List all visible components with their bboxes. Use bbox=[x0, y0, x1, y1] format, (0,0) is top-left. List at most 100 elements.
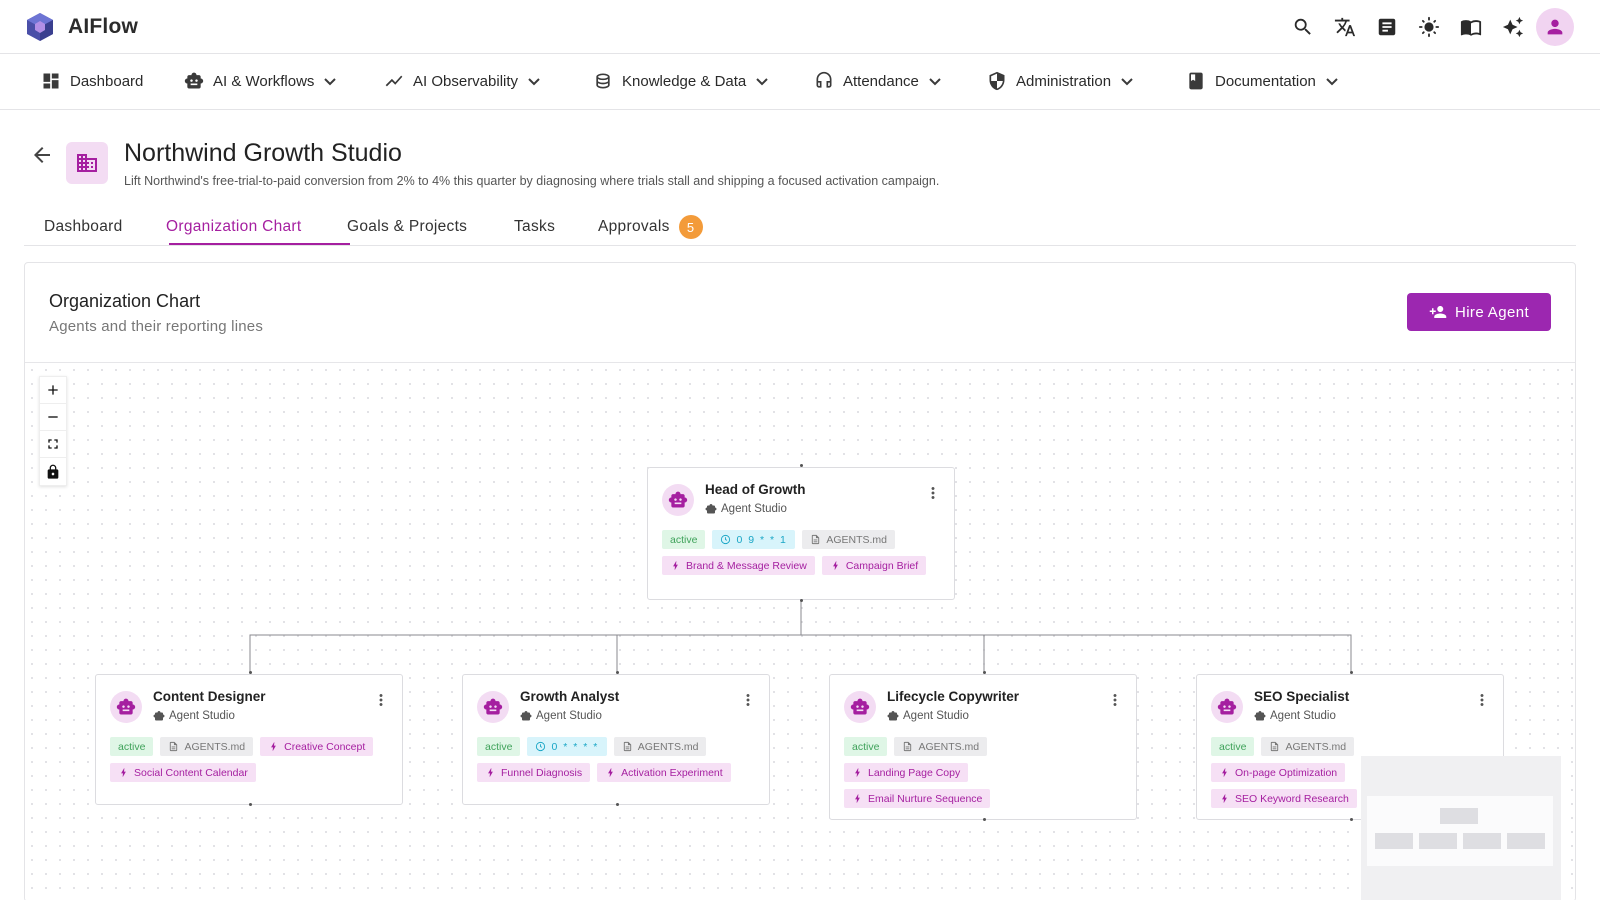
skill-chip[interactable]: Email Nurture Sequence bbox=[844, 789, 991, 808]
skill-chip[interactable]: SEO Keyword Research bbox=[1211, 789, 1357, 808]
chevron-down-icon bbox=[322, 73, 338, 89]
file-name: AGENTS.md bbox=[184, 740, 246, 753]
zoom-in-button[interactable] bbox=[40, 377, 66, 404]
skill-chip[interactable]: Creative Concept bbox=[260, 737, 374, 756]
search-icon[interactable] bbox=[1282, 8, 1324, 46]
back-button[interactable] bbox=[30, 143, 56, 169]
skill-name: Activation Experiment bbox=[621, 766, 723, 779]
skill-name: Landing Page Copy bbox=[868, 766, 961, 779]
nav-ai-observability[interactable]: AI Observability bbox=[383, 54, 542, 108]
agent-chips: active AGENTS.md Creative Concept Social… bbox=[110, 737, 392, 782]
more-vert-icon[interactable] bbox=[372, 691, 390, 709]
tab-label: Tasks bbox=[514, 218, 556, 235]
tab-goals-projects[interactable]: Goals & Projects bbox=[347, 208, 467, 246]
file-chip[interactable]: AGENTS.md bbox=[613, 737, 707, 756]
nav-knowledge-data[interactable]: Knowledge & Data bbox=[592, 54, 770, 108]
more-vert-icon[interactable] bbox=[924, 484, 942, 502]
active-tab-indicator bbox=[169, 243, 350, 245]
tab-dashboard[interactable]: Dashboard bbox=[44, 208, 123, 246]
lock-button[interactable] bbox=[40, 458, 66, 485]
brightness-icon[interactable] bbox=[1408, 8, 1450, 46]
nav-dashboard[interactable]: Dashboard bbox=[40, 54, 143, 108]
top-bar: AIFlow bbox=[0, 0, 1600, 54]
agent-studio: Agent Studio bbox=[887, 710, 969, 722]
skill-chip[interactable]: Brand & Message Review bbox=[662, 556, 815, 575]
source-handle[interactable] bbox=[800, 599, 803, 602]
agent-node-head-of-growth[interactable]: Head of Growth Agent Studio active 0 9 *… bbox=[647, 467, 955, 600]
source-handle[interactable] bbox=[1350, 818, 1353, 821]
schedule-text: 0 9 * * 1 bbox=[736, 533, 788, 546]
status-badge: active bbox=[110, 737, 154, 756]
skill-name: Email Nurture Sequence bbox=[868, 792, 983, 805]
agent-node-lifecycle-copywriter[interactable]: Lifecycle Copywriter Agent Studio active… bbox=[829, 674, 1137, 820]
agent-chips: active AGENTS.md Landing Page Copy Email… bbox=[844, 737, 1016, 808]
robot-icon bbox=[116, 698, 136, 715]
agent-name: Lifecycle Copywriter bbox=[887, 689, 1020, 704]
agent-studio-label: Agent Studio bbox=[169, 710, 235, 722]
robot-icon bbox=[483, 698, 503, 715]
skill-chip[interactable]: Activation Experiment bbox=[597, 763, 731, 782]
schedule-chip: 0 * * * * bbox=[527, 737, 607, 756]
source-handle[interactable] bbox=[616, 803, 619, 806]
skill-name: SEO Keyword Research bbox=[1235, 792, 1349, 805]
translate-icon[interactable] bbox=[1324, 8, 1366, 46]
skill-chip[interactable]: Social Content Calendar bbox=[110, 763, 256, 782]
fit-view-icon bbox=[48, 439, 58, 449]
more-vert-icon[interactable] bbox=[1473, 691, 1491, 709]
tab-approvals[interactable]: Approvals 5 bbox=[598, 208, 703, 246]
agent-avatar bbox=[1211, 691, 1243, 723]
agent-name: Content Designer bbox=[153, 689, 266, 704]
more-vert-icon[interactable] bbox=[1106, 691, 1124, 709]
map-book-icon[interactable] bbox=[1450, 8, 1492, 46]
schedule-text: 0 * * * * bbox=[551, 740, 599, 753]
brand[interactable]: AIFlow bbox=[26, 12, 138, 42]
agent-studio-label: Agent Studio bbox=[1270, 710, 1336, 722]
robot-small-icon bbox=[520, 711, 532, 721]
fit-view-button[interactable] bbox=[40, 431, 66, 458]
file-chip[interactable]: AGENTS.md bbox=[894, 737, 988, 756]
status-badge: active bbox=[844, 737, 888, 756]
skill-chip[interactable]: On-page Optimization bbox=[1211, 763, 1346, 782]
card-title: Organization Chart bbox=[49, 291, 201, 311]
nav-documentation[interactable]: Documentation bbox=[1185, 54, 1340, 108]
tab-tasks[interactable]: Tasks bbox=[514, 208, 555, 246]
nav-administration[interactable]: Administration bbox=[986, 54, 1135, 108]
nav-label: AI Observability bbox=[413, 72, 519, 90]
skill-chip[interactable]: Campaign Brief bbox=[821, 556, 927, 575]
tab-organization-chart[interactable]: Organization Chart bbox=[166, 208, 302, 246]
file-chip[interactable]: AGENTS.md bbox=[802, 530, 895, 549]
chevron-down-icon bbox=[754, 73, 770, 89]
plus-icon bbox=[48, 385, 58, 395]
card-header: Organization Chart Agents and their repo… bbox=[25, 263, 1575, 363]
agent-studio: Agent Studio bbox=[153, 710, 235, 722]
hire-agent-button[interactable]: Hire Agent bbox=[1407, 293, 1551, 331]
skill-chip[interactable]: Landing Page Copy bbox=[844, 763, 969, 782]
account-icon bbox=[1547, 19, 1563, 35]
agent-node-growth-analyst[interactable]: Growth Analyst Agent Studio active 0 * *… bbox=[462, 674, 770, 805]
source-handle[interactable] bbox=[249, 803, 252, 806]
bolt-icon bbox=[1222, 794, 1227, 803]
sparkles-icon[interactable] bbox=[1492, 8, 1534, 46]
minimap[interactable] bbox=[1361, 756, 1561, 900]
bolt-icon bbox=[271, 742, 276, 751]
file-chip[interactable]: AGENTS.md bbox=[1261, 737, 1355, 756]
hire-agent-label: Hire Agent bbox=[1454, 303, 1530, 321]
more-vert-icon[interactable] bbox=[739, 691, 757, 709]
user-avatar[interactable] bbox=[1536, 8, 1574, 46]
bolt-icon bbox=[608, 768, 613, 777]
skill-name: Funnel Diagnosis bbox=[501, 766, 583, 779]
nav-ai-workflows[interactable]: AI & Workflows bbox=[183, 54, 338, 108]
file-chip[interactable]: AGENTS.md bbox=[160, 737, 254, 756]
source-handle[interactable] bbox=[983, 818, 986, 821]
zoom-out-button[interactable] bbox=[40, 404, 66, 431]
agent-avatar bbox=[844, 691, 876, 723]
org-chart-canvas[interactable]: Head of Growth Agent Studio active 0 9 *… bbox=[25, 363, 1575, 900]
agent-node-content-designer[interactable]: Content Designer Agent Studio active AGE… bbox=[95, 674, 403, 805]
nav-attendance[interactable]: Attendance bbox=[813, 54, 943, 108]
calculator-icon[interactable] bbox=[1366, 8, 1408, 46]
skill-chip[interactable]: Funnel Diagnosis bbox=[477, 763, 591, 782]
clock-icon bbox=[721, 534, 731, 545]
status-badge: active bbox=[1211, 737, 1255, 756]
app-name: AIFlow bbox=[68, 15, 139, 38]
nav-label: Knowledge & Data bbox=[622, 72, 747, 90]
